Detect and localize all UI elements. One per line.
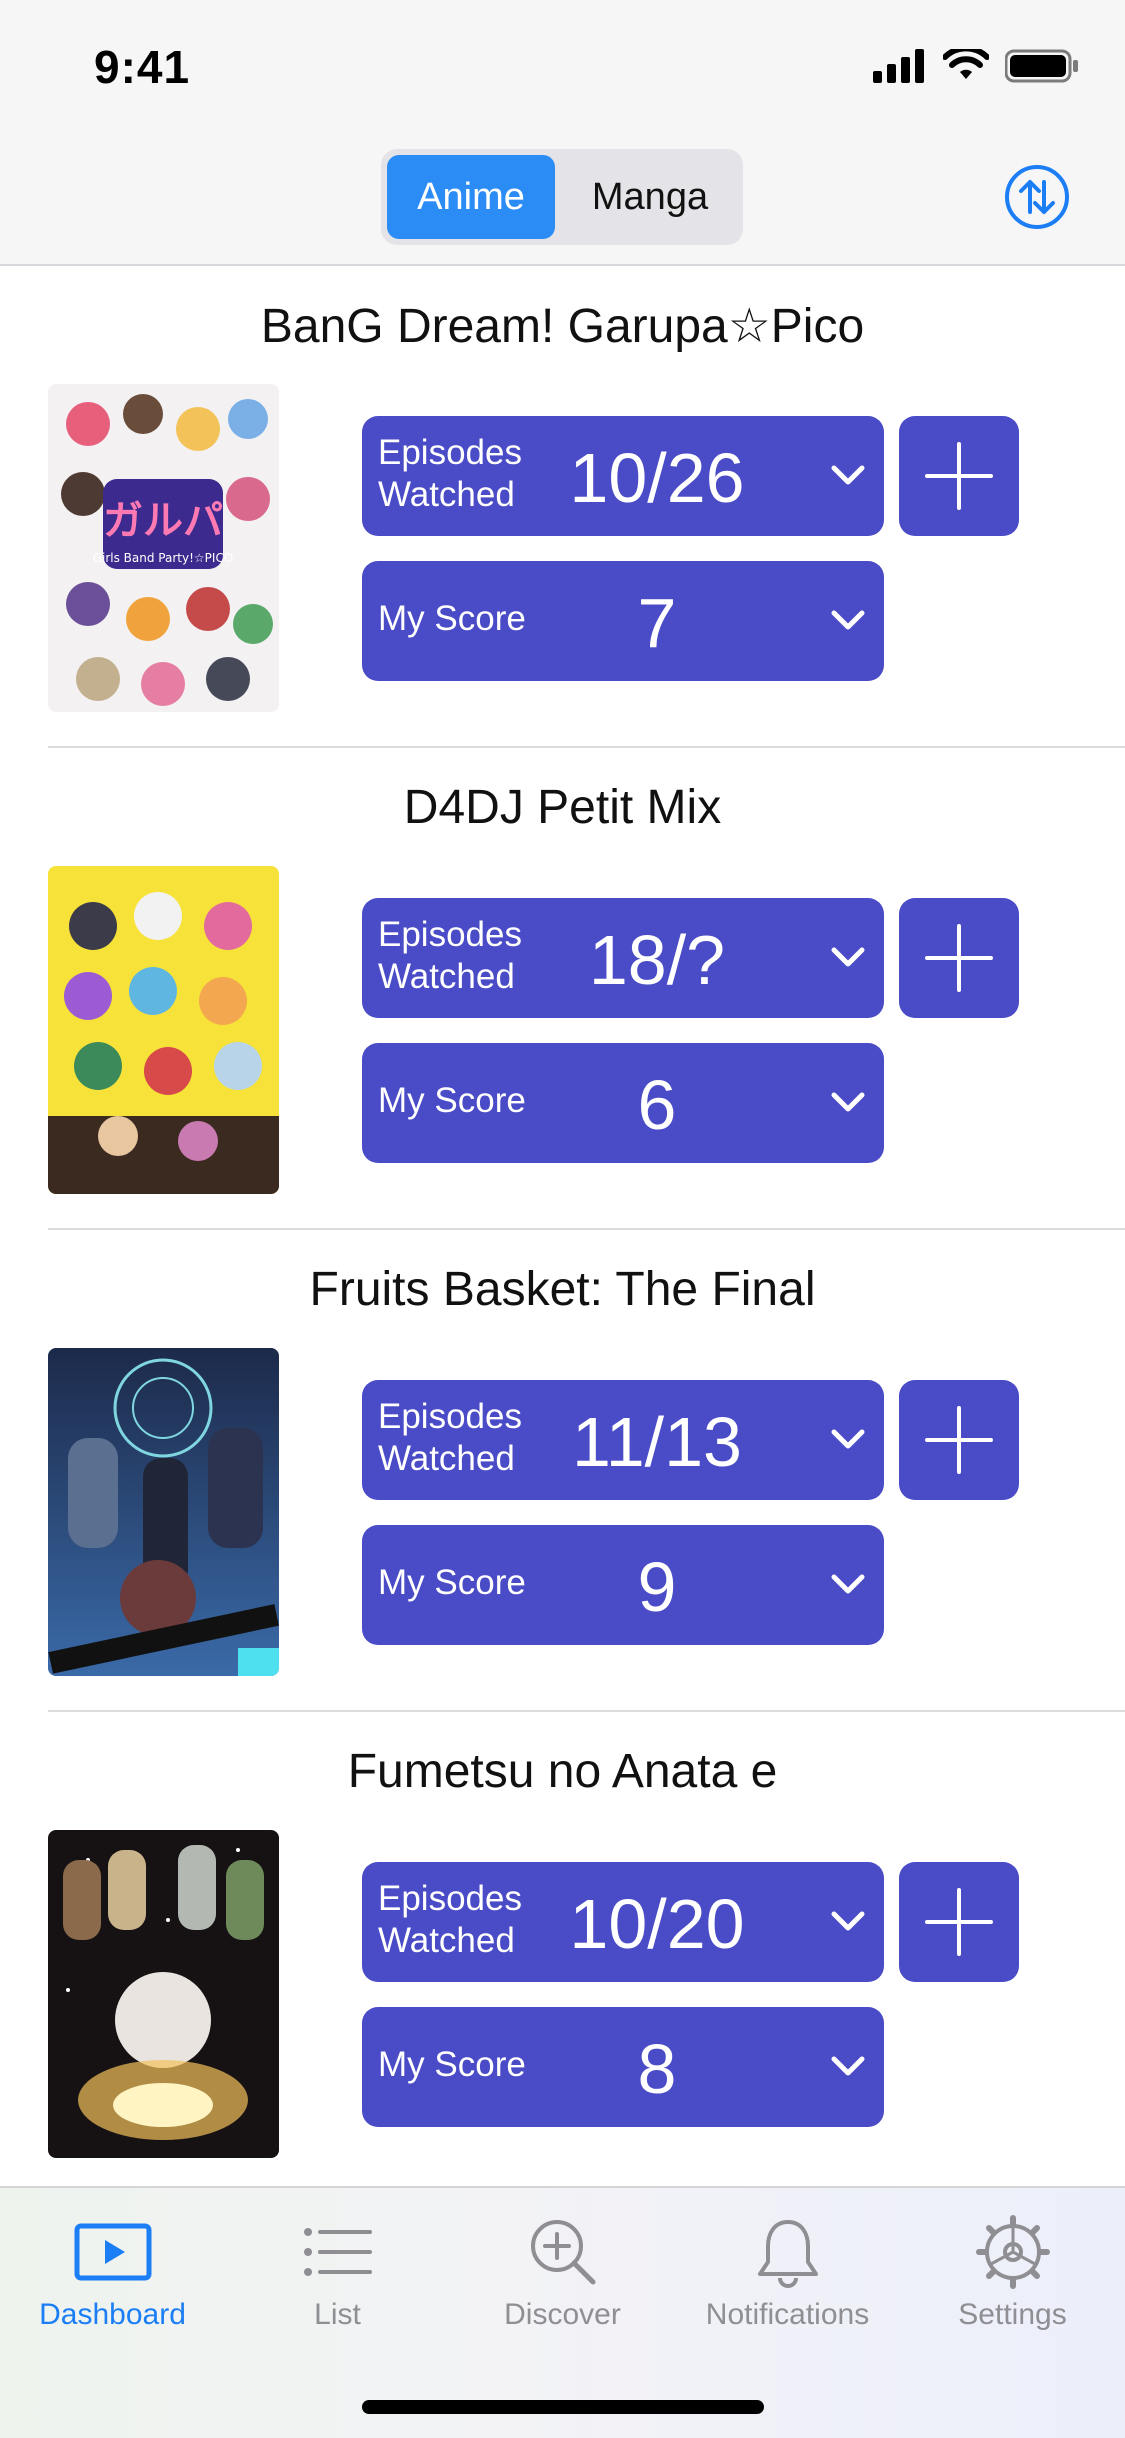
list-item: Fumetsu no Anata e Episodes Watched 10/2… <box>0 1712 1125 2194</box>
score-label: My Score <box>378 599 526 638</box>
episodes-value: 11/13 <box>572 1403 742 1481</box>
episodes-label-line2: Watched <box>378 475 515 514</box>
plus-icon <box>925 1406 993 1474</box>
score-value: 9 <box>637 1548 677 1626</box>
increment-episode-button[interactable] <box>899 1862 1019 1982</box>
bell-icon <box>757 2220 818 2288</box>
svg-text:Girls Band Party!☆PICO: Girls Band Party!☆PICO <box>93 551 234 565</box>
battery-icon <box>1005 49 1078 83</box>
score-value: 8 <box>637 2030 677 2108</box>
anime-poster[interactable] <box>48 866 279 1194</box>
my-score-dropdown[interactable]: My Score 9 <box>362 1525 884 1645</box>
my-score-dropdown[interactable]: My Score 6 <box>362 1043 884 1163</box>
segment-anime[interactable]: Anime <box>387 155 555 239</box>
anime-title[interactable]: BanG Dream! Garupa☆Pico <box>0 298 1125 354</box>
chevron-down-icon <box>831 1429 865 1449</box>
score-value: 7 <box>637 584 677 662</box>
my-score-dropdown[interactable]: My Score 8 <box>362 2007 884 2127</box>
gear-icon <box>975 2215 1050 2289</box>
list-item: Fruits Basket: The Final Episodes Watche… <box>0 1230 1125 1712</box>
episodes-label-line2: Watched <box>378 1439 515 1478</box>
score-label: My Score <box>378 2045 526 2084</box>
chevron-down-icon <box>831 1911 865 1931</box>
score-label: My Score <box>378 1563 526 1602</box>
tab-list-label: List <box>314 2298 361 2331</box>
tab-list[interactable]: List <box>225 2212 450 2332</box>
wifi-icon <box>943 49 989 79</box>
segment-manga[interactable]: Manga <box>563 155 737 239</box>
media-type-segmented-control: Anime Manga <box>381 149 743 245</box>
episodes-label-line2: Watched <box>378 957 515 996</box>
list-item: BanG Dream! Garupa☆Pico ガルパ Girls Band P… <box>0 266 1125 748</box>
episodes-watched-dropdown[interactable]: Episodes Watched 18/? <box>362 898 884 1018</box>
anime-poster[interactable]: ガルパ Girls Band Party!☆PICO <box>48 384 279 712</box>
anime-title[interactable]: Fumetsu no Anata e <box>0 1744 1125 1799</box>
chevron-down-icon <box>831 1092 865 1112</box>
score-value: 6 <box>637 1066 677 1144</box>
score-label: My Score <box>378 1081 526 1120</box>
episodes-watched-dropdown[interactable]: Episodes Watched 10/26 <box>362 416 884 536</box>
status-time: 9:41 <box>94 41 191 93</box>
tab-settings[interactable]: Settings <box>900 2212 1125 2332</box>
list-item: D4DJ Petit Mix Episodes Watched 18/? My … <box>0 748 1125 1230</box>
tab-discover-label: Discover <box>504 2298 621 2331</box>
plus-icon <box>925 1888 993 1956</box>
status-icons <box>873 46 1079 86</box>
tab-settings-label: Settings <box>958 2298 1067 2331</box>
svg-text:ガルパ: ガルパ <box>103 498 223 544</box>
cellular-signal-icon <box>873 49 924 83</box>
chevron-down-icon <box>831 610 865 630</box>
anime-list: BanG Dream! Garupa☆Pico ガルパ Girls Band P… <box>0 266 1125 2194</box>
chevron-down-icon <box>831 1574 865 1594</box>
plus-icon <box>925 924 993 992</box>
episodes-label-line1: Episodes <box>378 1879 522 1918</box>
episodes-value: 10/20 <box>569 1885 745 1963</box>
tab-notifications[interactable]: Notifications <box>675 2212 900 2332</box>
play-rectangle-icon <box>74 2223 151 2281</box>
anime-title[interactable]: D4DJ Petit Mix <box>0 780 1125 835</box>
anime-poster[interactable] <box>48 1830 279 2158</box>
navigation-header: 9:41 Anime Manga <box>0 0 1125 266</box>
increment-episode-button[interactable] <box>899 898 1019 1018</box>
chevron-down-icon <box>831 2056 865 2076</box>
episodes-watched-dropdown[interactable]: Episodes Watched 11/13 <box>362 1380 884 1500</box>
list-icon <box>303 2228 372 2276</box>
increment-episode-button[interactable] <box>899 416 1019 536</box>
tab-bar: Dashboard List Discover Notifications Se… <box>0 2186 1125 2438</box>
episodes-label-line1: Episodes <box>378 915 522 954</box>
increment-episode-button[interactable] <box>899 1380 1019 1500</box>
episodes-label-line1: Episodes <box>378 433 522 472</box>
chevron-down-icon <box>831 947 865 967</box>
my-score-dropdown[interactable]: My Score 7 <box>362 561 884 681</box>
tab-discover[interactable]: Discover <box>450 2212 675 2332</box>
anime-title[interactable]: Fruits Basket: The Final <box>0 1262 1125 1317</box>
tab-notifications-label: Notifications <box>705 2298 870 2331</box>
chevron-down-icon <box>831 465 865 485</box>
episodes-label-line1: Episodes <box>378 1397 522 1436</box>
episodes-value: 10/26 <box>569 439 745 517</box>
plus-icon <box>925 442 993 510</box>
tab-dashboard-label: Dashboard <box>39 2298 186 2331</box>
anime-poster[interactable] <box>48 1348 279 1676</box>
episodes-watched-dropdown[interactable]: Episodes Watched 10/20 <box>362 1862 884 1982</box>
magnifier-plus-icon <box>530 2220 595 2285</box>
tab-dashboard[interactable]: Dashboard <box>0 2212 225 2332</box>
home-indicator[interactable] <box>362 2400 764 2414</box>
episodes-label-line2: Watched <box>378 1921 515 1960</box>
episodes-value: 18/? <box>588 921 726 999</box>
sort-arrows-icon[interactable] <box>1004 164 1070 230</box>
